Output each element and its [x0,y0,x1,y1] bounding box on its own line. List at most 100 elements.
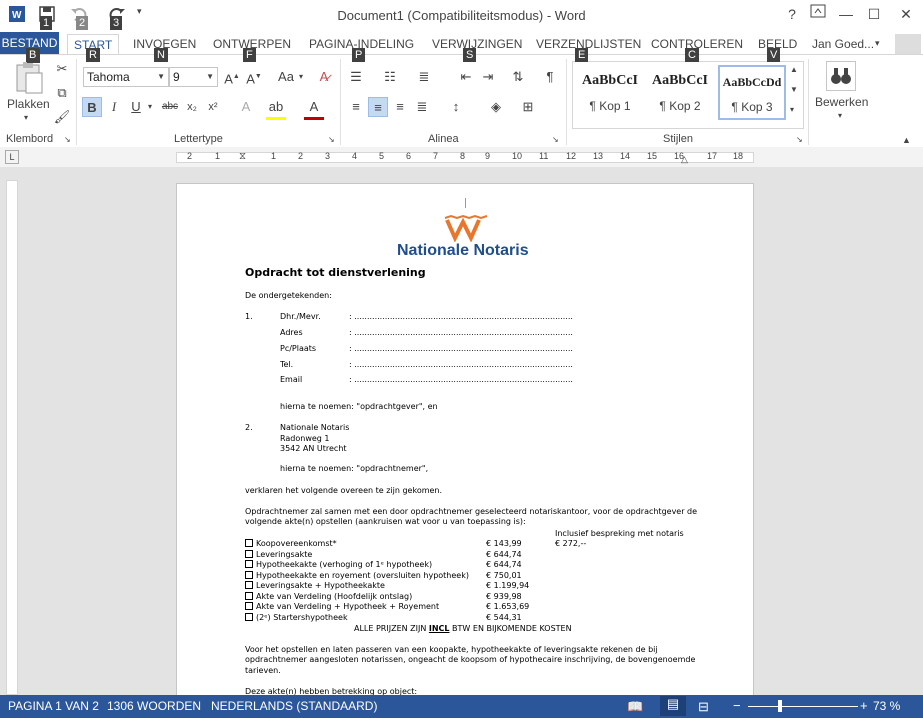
bullets-icon[interactable]: ☰ [346,67,366,87]
shading-icon[interactable]: ◈ [486,97,506,117]
strikethrough-button[interactable]: abc [160,97,180,117]
font-color-icon[interactable]: A [304,97,324,120]
field-value[interactable]: : ......................................… [349,375,573,384]
styles-scroll-up-icon[interactable]: ▲ [790,65,798,74]
indent-marker-icon[interactable]: ⧖ [239,151,246,162]
checkbox[interactable] [245,602,253,610]
align-center-icon[interactable]: ≡ [368,97,388,117]
underline-button[interactable]: U [126,97,146,117]
zoom-level[interactable]: 73 % [873,699,900,713]
help-button[interactable]: ? [780,6,804,22]
line-spacing-icon[interactable]: ↕ [446,97,466,117]
field-value[interactable]: : ......................................… [349,328,573,337]
zoom-in-icon[interactable]: + [860,698,868,713]
checkbox[interactable] [245,539,253,547]
style-heading-3[interactable]: AaBbCcDd ¶ Kop 3 [718,65,786,120]
list-item[interactable]: Akte van Verdeling + Hypotheek + Royemen… [245,602,439,611]
web-layout-icon[interactable]: ⊟ [698,699,709,715]
checkbox[interactable] [245,592,253,600]
chevron-down-icon[interactable]: ▾ [148,102,152,111]
chevron-down-icon[interactable]: ▼ [206,68,214,86]
user-name[interactable]: Jan Goed... [812,34,874,54]
binoculars-icon[interactable] [826,61,856,91]
list-item[interactable]: Hypotheekakte (verhoging of 1ᵉ hypotheek… [245,560,432,569]
zoom-slider-thumb[interactable] [778,700,782,712]
borders-icon[interactable]: ⊞ [518,97,538,117]
superscript-button[interactable]: x² [203,97,223,117]
document-page[interactable]: Nationale Notaris Opdracht tot dienstver… [176,183,754,713]
paragraph-launcher-icon[interactable]: ↘ [552,135,559,144]
minimize-button[interactable]: — [834,6,858,22]
bold-button[interactable]: B [82,97,102,117]
style-heading-2[interactable]: AaBbCcI ¶ Kop 2 [646,65,714,120]
tab-references[interactable]: VERWIJZINGEN [432,34,522,54]
clipboard-launcher-icon[interactable]: ↘ [64,135,71,144]
text-effects-icon[interactable]: A [236,97,256,117]
field-value[interactable]: : ......................................… [349,344,573,353]
styles-launcher-icon[interactable]: ↘ [796,135,803,144]
change-case-button[interactable]: Aa [273,67,299,87]
sort-icon[interactable]: ⇅ [508,67,528,87]
checkbox[interactable] [245,550,253,558]
checkbox[interactable] [245,581,253,589]
checkbox[interactable] [245,560,253,568]
vertical-ruler[interactable] [6,180,18,695]
paste-dropdown-icon[interactable]: ▾ [24,113,28,122]
maximize-button[interactable]: ☐ [862,6,886,23]
font-size-combo[interactable]: 9 ▼ [169,67,218,87]
tab-mailings[interactable]: VERZENDLIJSTEN [536,34,641,54]
list-item[interactable]: Koopovereenkomst* [245,539,337,548]
field-value[interactable]: : ......................................… [349,312,573,321]
paste-label[interactable]: Plakken [7,97,50,111]
shrink-font-icon[interactable]: A▼ [244,67,264,87]
print-layout-icon[interactable]: ▤ [660,696,686,716]
field-value[interactable]: : ......................................… [349,360,573,369]
highlight-color-icon[interactable]: ab [266,97,286,120]
subscript-button[interactable]: x₂ [182,97,202,117]
chevron-down-icon[interactable]: ▼ [157,68,165,86]
list-item[interactable]: Leveringsakte + Hypotheekakte [245,581,385,590]
collapse-ribbon-icon[interactable]: ▲ [902,135,911,145]
grow-font-icon[interactable]: A▲ [222,67,242,87]
show-formatting-icon[interactable]: ¶ [540,67,560,87]
copy-icon[interactable]: ⧉ [52,83,72,103]
checkbox[interactable] [245,613,253,621]
align-right-icon[interactable]: ≡ [390,97,410,117]
ribbon-display-options-icon[interactable] [806,4,830,21]
multilevel-list-icon[interactable]: ≣ [414,67,434,87]
list-item[interactable]: Leveringsakte [245,550,312,559]
align-left-icon[interactable]: ≡ [346,97,366,117]
list-item[interactable]: (2ᵉ) Starters­hypotheek [245,613,348,622]
chevron-down-icon[interactable]: ▾ [838,111,842,120]
increase-indent-icon[interactable]: ⇥ [478,67,498,87]
checkbox[interactable] [245,571,253,579]
clear-formatting-icon[interactable]: A̷ [314,67,334,87]
close-button[interactable]: ✕ [894,6,918,23]
numbering-icon[interactable]: ☷ [380,67,400,87]
editing-button-label[interactable]: Bewerken [815,95,868,109]
paste-icon[interactable] [14,61,44,95]
decrease-indent-icon[interactable]: ⇤ [456,67,476,87]
right-indent-marker-icon[interactable]: △ [681,154,688,165]
read-mode-icon[interactable]: 📖 [627,699,643,715]
word-count[interactable]: 1306 WOORDEN [107,699,201,713]
list-item[interactable]: Hypotheekakte en royement (oversluiten h… [245,571,469,580]
italic-button[interactable]: I [104,97,124,117]
styles-scroll-down-icon[interactable]: ▼ [790,85,798,94]
chevron-down-icon[interactable]: ▾ [299,72,303,81]
format-painter-icon[interactable]: 🖌 [52,107,72,127]
tab-selector-icon[interactable]: L [5,150,19,164]
cut-icon[interactable]: ✂ [52,59,72,79]
language[interactable]: NEDERLANDS (STANDAARD) [211,699,377,713]
horizontal-ruler[interactable]: 2 1 1 2 3 4 5 6 7 8 9 10 11 12 13 14 15 … [176,151,754,165]
justify-icon[interactable]: ≣ [412,97,432,117]
font-launcher-icon[interactable]: ↘ [328,135,335,144]
page-count[interactable]: PAGINA 1 VAN 2 [8,699,99,713]
styles-more-icon[interactable]: ▾ [790,105,794,114]
zoom-slider[interactable] [748,706,858,707]
list-item[interactable]: Akte van Verdeling (Hoofdelijk ontslag) [245,592,412,601]
zoom-out-icon[interactable]: − [733,698,741,713]
user-dropdown-icon[interactable]: ▾ [875,38,880,49]
style-heading-1[interactable]: AaBbCcI ¶ Kop 1 [576,65,644,120]
avatar[interactable] [895,34,921,54]
